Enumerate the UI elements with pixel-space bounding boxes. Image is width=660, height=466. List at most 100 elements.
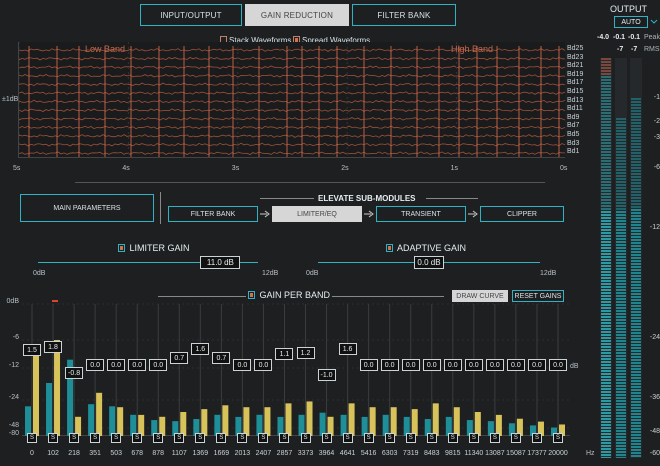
meter-segment [631, 251, 641, 253]
output-scale: -1 -2 -3 -6 -12 -24 -36 -48 -60 [646, 58, 660, 458]
band-solo-button[interactable]: S [174, 433, 185, 443]
module-limiter-eq[interactable]: LIMITER/EQ [272, 206, 362, 222]
limiter-toggle[interactable] [118, 244, 125, 252]
adaptive-toggle[interactable] [386, 244, 393, 252]
band-gain-value[interactable]: 0.0 [506, 359, 525, 371]
band-solo-button[interactable]: S [216, 433, 227, 443]
waveform-band-line [19, 82, 565, 87]
band-gain-value[interactable]: 0.0 [359, 359, 378, 371]
band-solo-button[interactable]: S [426, 433, 437, 443]
band-solo-button[interactable]: S [132, 433, 143, 443]
meter-segment [616, 385, 626, 387]
meter-segment [601, 139, 611, 141]
meter-segment [616, 163, 626, 165]
band-solo-button[interactable]: S [553, 433, 563, 443]
module-transient[interactable]: TRANSIENT [376, 206, 466, 222]
band-gain-value[interactable]: 1.5 [23, 344, 41, 356]
band-gain-value[interactable]: 1.8 [44, 341, 63, 353]
tab-input-output[interactable]: INPUT/OUTPUT [140, 4, 242, 26]
module-filter-bank[interactable]: FILTER BANK [168, 206, 258, 222]
band-solo-button[interactable]: S [447, 433, 458, 443]
meter-segment [601, 196, 611, 198]
band-solo-button[interactable]: S [111, 433, 122, 443]
db-unit: dB [570, 363, 579, 370]
adaptive-value[interactable]: 0.0 dB [414, 256, 444, 269]
band-solo-button[interactable]: S [510, 433, 521, 443]
band-solo-button[interactable]: S [237, 433, 248, 443]
meter-segment [616, 340, 626, 342]
band-gain-value[interactable]: 0.0 [549, 359, 567, 371]
band-yellow-bar [432, 403, 439, 436]
meter-segment [601, 349, 611, 351]
band-gain-value[interactable]: 0.0 [149, 359, 168, 371]
meter-segment [601, 181, 611, 183]
band-gain-value[interactable]: 0.0 [464, 359, 483, 371]
band-gain-value[interactable]: 0.0 [233, 359, 252, 371]
meter-segment [601, 61, 611, 63]
band-gain-value[interactable]: 0.0 [128, 359, 147, 371]
chevron-down-icon[interactable] [650, 19, 658, 25]
output-mode-select[interactable]: AUTO [614, 16, 648, 28]
meter-segment [631, 158, 641, 160]
band-solo-button[interactable]: S [384, 433, 395, 443]
band-solo-button[interactable]: S [90, 433, 101, 443]
band-gain-value[interactable]: 1.6 [338, 343, 357, 355]
band-solo-button[interactable]: S [342, 433, 353, 443]
band-gain-value[interactable]: 1.1 [275, 348, 294, 360]
meter-segment [616, 190, 626, 192]
meter-segment [601, 430, 611, 432]
meter-segment [631, 239, 641, 241]
band-solo-button[interactable]: S [153, 433, 164, 443]
meter-segment [601, 160, 611, 162]
band-solo-button[interactable]: S [321, 433, 332, 443]
band-solo-button[interactable]: S [48, 433, 59, 443]
meter-segment [616, 217, 626, 219]
band-solo-button[interactable]: S [363, 433, 374, 443]
band-gain-value[interactable]: 0.0 [107, 359, 126, 371]
band-gain-value[interactable]: 0.0 [401, 359, 420, 371]
band-solo-button[interactable]: S [69, 433, 80, 443]
band-gain-value[interactable]: 1.6 [191, 343, 210, 355]
band-gain-value[interactable]: 0.0 [485, 359, 504, 371]
gpb-toggle[interactable] [248, 291, 255, 299]
band-solo-button[interactable]: S [279, 433, 290, 443]
meter-segment [631, 416, 641, 418]
band-gain-value[interactable]: -1.0 [317, 369, 336, 381]
band-gain-value[interactable]: 0.0 [254, 359, 273, 371]
meter-segment [631, 437, 641, 439]
band-solo-button[interactable]: S [531, 433, 542, 443]
band-gain-value[interactable]: 0.0 [422, 359, 441, 371]
band-solo-button[interactable]: S [258, 433, 269, 443]
time-scrollbar[interactable] [75, 182, 545, 183]
band-solo-button[interactable]: S [489, 433, 500, 443]
band-gain-value[interactable]: 1.2 [296, 347, 315, 359]
band-gain-value[interactable]: 0.0 [86, 359, 105, 371]
meter-segment [601, 220, 611, 222]
band-gain-value[interactable]: 0.7 [212, 352, 231, 364]
meter-segment [631, 170, 641, 172]
band-solo-button[interactable]: S [405, 433, 416, 443]
band-gain-value[interactable]: 0.0 [527, 359, 546, 371]
band-gain-value[interactable]: 0.7 [170, 352, 189, 364]
meter-segment [616, 238, 626, 240]
meter-segment [601, 73, 611, 75]
meter-segment [601, 340, 611, 342]
main-parameters-button[interactable]: MAIN PARAMETERS [20, 194, 154, 222]
module-divider [160, 192, 161, 224]
band-yellow-bar [33, 349, 39, 436]
tab-filter-bank[interactable]: FILTER BANK [352, 4, 456, 26]
band-solo-button[interactable]: S [468, 433, 479, 443]
meter-segment [616, 244, 626, 246]
waveform-band-line [19, 134, 565, 138]
meter-segment [601, 166, 611, 168]
module-clipper[interactable]: CLIPPER [480, 206, 564, 222]
band-gain-value[interactable]: 0.0 [443, 359, 462, 371]
band-solo-button[interactable]: S [195, 433, 206, 443]
tab-gain-reduction[interactable]: GAIN REDUCTION [245, 4, 349, 26]
band-gain-value[interactable]: -0.8 [65, 367, 84, 379]
limiter-value[interactable]: 11.0 dB [200, 256, 241, 269]
band-solo-button[interactable]: S [27, 433, 37, 443]
band-gain-value[interactable]: 0.0 [380, 359, 399, 371]
meter-segment [631, 293, 641, 295]
band-solo-button[interactable]: S [300, 433, 311, 443]
